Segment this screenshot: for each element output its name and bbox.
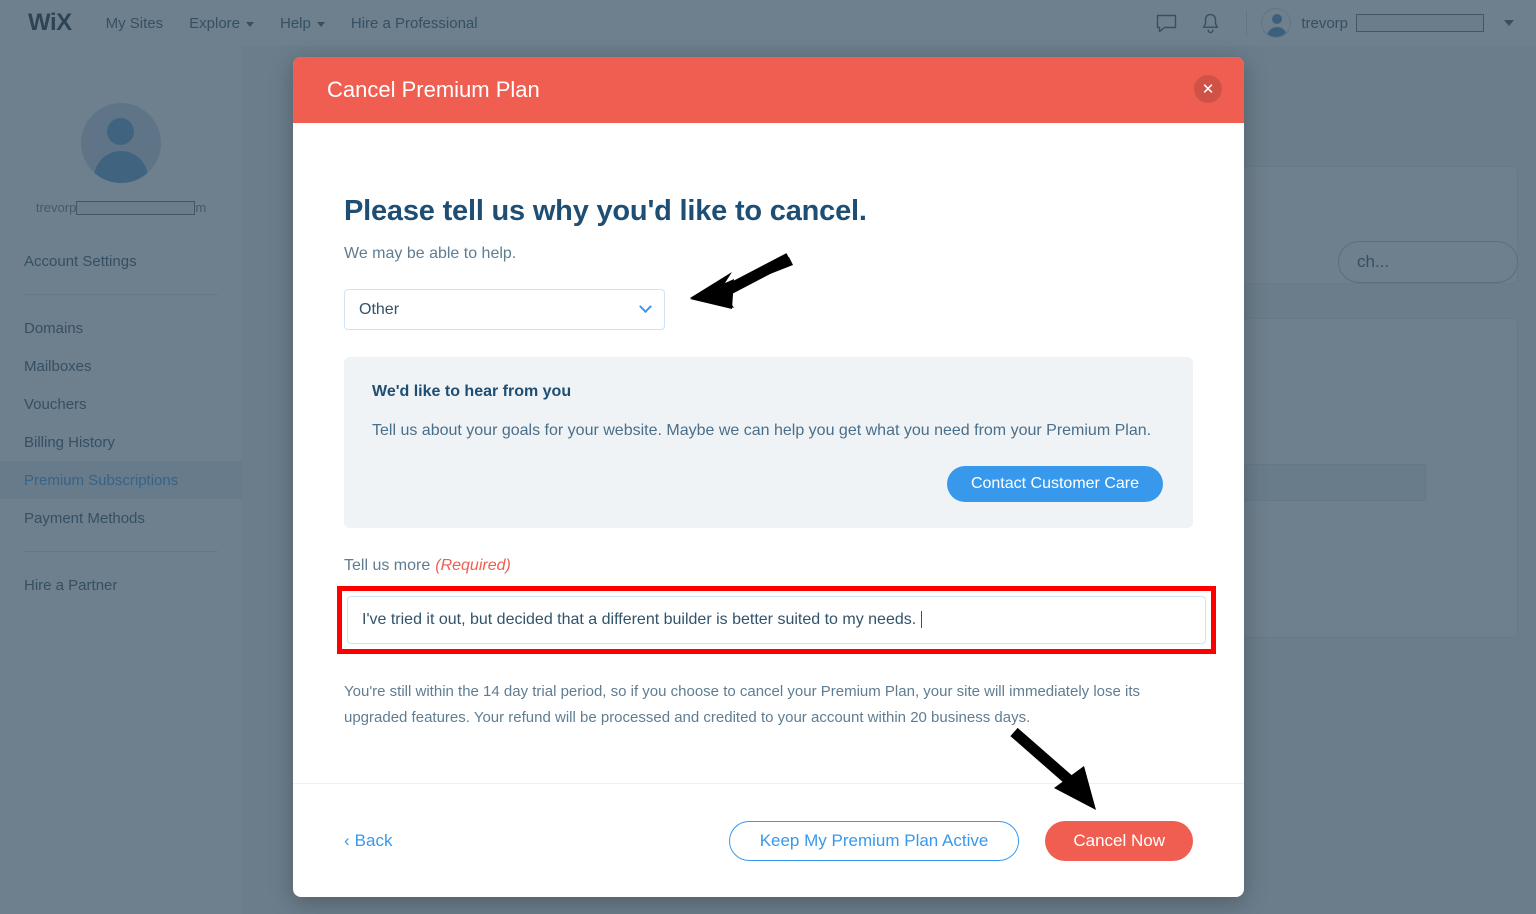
modal-footer: ‹ Back Keep My Premium Plan Active Cance…: [293, 783, 1244, 897]
info-box-actions: Contact Customer Care: [372, 465, 1163, 502]
trial-disclaimer-text: You're still within the 14 day trial per…: [344, 682, 1141, 726]
tell-us-more-value: I've tried it out, but decided that a di…: [362, 610, 917, 628]
contact-customer-care-button[interactable]: Contact Customer Care: [946, 465, 1163, 502]
page-title: Please tell us why you'd like to cancel.: [344, 195, 867, 227]
textarea-highlight-box: I've tried it out, but decided that a di…: [337, 585, 1216, 654]
tell-us-more-label-text: Tell us more: [344, 556, 431, 574]
back-label: Back: [354, 830, 393, 850]
cancel-now-button[interactable]: Cancel Now: [1045, 820, 1193, 861]
tell-us-more-label: Tell us more (Required): [344, 557, 1193, 575]
cancel-reason-value: Other: [359, 300, 400, 318]
info-box-title: We'd like to hear from you: [372, 383, 572, 400]
cancel-reason-select[interactable]: Other: [344, 289, 665, 330]
page-subtitle: We may be able to help.: [344, 245, 517, 262]
chevron-left-icon: ‹: [344, 830, 350, 850]
cancel-premium-plan-modal: Cancel Premium Plan ✕ Please tell us why…: [293, 57, 1244, 897]
close-icon[interactable]: ✕: [1194, 75, 1222, 103]
required-tag: (Required): [435, 556, 511, 574]
tell-us-more-input[interactable]: I've tried it out, but decided that a di…: [347, 595, 1206, 644]
back-button[interactable]: ‹ Back: [344, 831, 392, 851]
screen-root: trevorp m Account Settings Domains Mailb…: [0, 0, 1536, 914]
help-info-box: We'd like to hear from you Tell us about…: [344, 357, 1193, 528]
info-box-text: Tell us about your goals for your websit…: [372, 422, 1152, 439]
chevron-down-icon: [639, 300, 652, 314]
modal-title: Cancel Premium Plan: [327, 77, 540, 102]
modal-body: Please tell us why you'd like to cancel.…: [293, 123, 1244, 783]
keep-premium-plan-active-button[interactable]: Keep My Premium Plan Active: [728, 820, 1020, 861]
modal-header: Cancel Premium Plan ✕: [293, 57, 1244, 123]
text-cursor: [921, 611, 923, 629]
footer-actions: Keep My Premium Plan Active Cancel Now: [728, 820, 1193, 861]
